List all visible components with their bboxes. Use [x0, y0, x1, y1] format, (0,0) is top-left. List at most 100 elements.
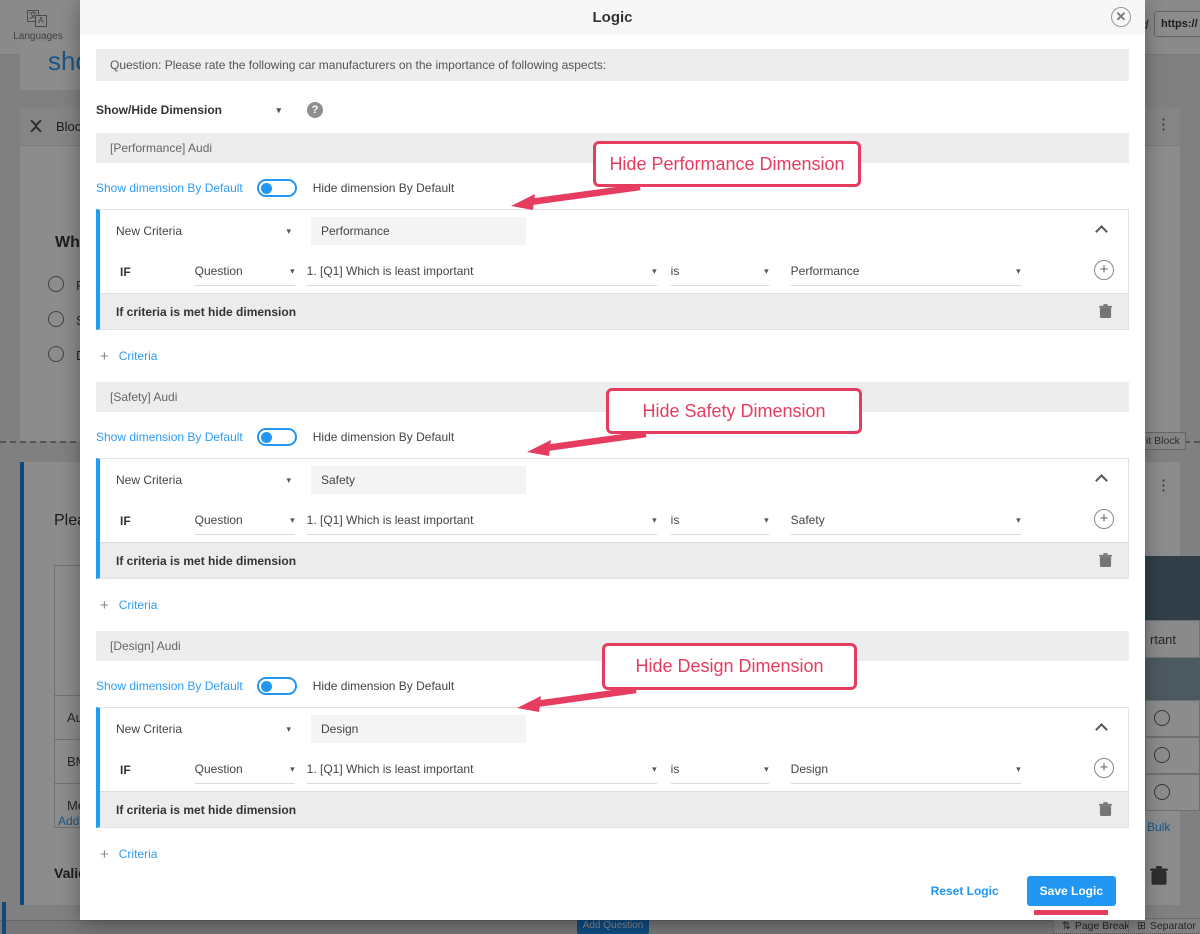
annotation-hide-safety: Hide Safety Dimension	[606, 388, 862, 434]
save-logic-button[interactable]: Save Logic	[1027, 876, 1116, 906]
add-criteria-row: + Criteria	[96, 597, 1129, 613]
criteria-name-select[interactable]: New Criteria ▾	[116, 722, 291, 736]
criteria-action-bar: If criteria is met hide dimension	[100, 791, 1128, 827]
add-criteria-row: + Criteria	[96, 348, 1129, 364]
condition-subject-value: Question	[195, 264, 243, 278]
criteria-name-value: New Criteria	[116, 722, 182, 736]
logic-type-select[interactable]: Show/Hide Dimension ▾	[96, 103, 281, 117]
condition-value-select[interactable]: Safety ▾	[791, 513, 1021, 535]
toggle-knob	[261, 183, 272, 194]
hide-dimension-label: Hide dimension By Default	[313, 430, 454, 444]
condition-subject-value: Question	[195, 762, 243, 776]
criteria-label-input[interactable]	[311, 715, 526, 743]
dimension-default-toggle[interactable]	[257, 677, 297, 695]
criteria-condition-row: IF Question ▾ 1. [Q1] Which is least imp…	[100, 748, 1128, 784]
modal-header: Logic ✕	[80, 0, 1145, 35]
chevron-down-icon: ▾	[276, 105, 281, 116]
delete-criteria-trash-icon[interactable]	[1099, 802, 1112, 817]
chevron-down-icon: ▾	[290, 764, 295, 775]
add-condition-icon[interactable]: +	[1094, 758, 1114, 778]
add-criteria-link[interactable]: Criteria	[119, 349, 158, 363]
criteria-name-select[interactable]: New Criteria ▾	[116, 473, 291, 487]
condition-value: Performance	[791, 264, 860, 278]
condition-question-value: 1. [Q1] Which is least important	[307, 513, 474, 527]
chevron-down-icon: ▾	[764, 515, 769, 526]
help-icon[interactable]: ?	[307, 102, 323, 118]
chevron-down-icon: ▾	[1016, 515, 1021, 526]
criteria-name-value: New Criteria	[116, 473, 182, 487]
chevron-down-icon: ▾	[290, 515, 295, 526]
criteria-card-row-1: New Criteria ▾	[100, 459, 1128, 499]
criteria-card-design: New Criteria ▾ IF Question ▾ 1. [Q1] Whi…	[96, 707, 1129, 828]
close-icon[interactable]: ✕	[1111, 7, 1131, 27]
delete-criteria-trash-icon[interactable]	[1099, 304, 1112, 319]
criteria-label-input[interactable]	[311, 217, 526, 245]
condition-question-select[interactable]: 1. [Q1] Which is least important ▾	[307, 264, 657, 286]
condition-question-select[interactable]: 1. [Q1] Which is least important ▾	[307, 513, 657, 535]
annotation-arrow-performance	[508, 182, 648, 210]
logic-type-value: Show/Hide Dimension	[96, 103, 222, 117]
condition-operator-select[interactable]: is ▾	[671, 762, 769, 784]
logic-type-row: Show/Hide Dimension ▾ ?	[96, 97, 1129, 123]
reset-logic-link[interactable]: Reset Logic	[931, 884, 999, 898]
annotation-arrow-safety	[524, 429, 654, 456]
logic-modal: Logic ✕ Question: Please rate the follow…	[80, 0, 1145, 920]
condition-operator-select[interactable]: is ▾	[671, 264, 769, 286]
criteria-label-input[interactable]	[311, 466, 526, 494]
show-dimension-label[interactable]: Show dimension By Default	[96, 679, 243, 693]
add-condition-icon[interactable]: +	[1094, 260, 1114, 280]
criteria-action-bar: If criteria is met hide dimension	[100, 542, 1128, 578]
show-dimension-label[interactable]: Show dimension By Default	[96, 181, 243, 195]
criteria-condition-row: IF Question ▾ 1. [Q1] Which is least imp…	[100, 250, 1128, 286]
criteria-action-text: If criteria is met hide dimension	[116, 554, 296, 568]
chevron-down-icon: ▾	[286, 226, 291, 237]
condition-question-value: 1. [Q1] Which is least important	[307, 264, 474, 278]
plus-icon: +	[100, 597, 109, 614]
criteria-action-text: If criteria is met hide dimension	[116, 305, 296, 319]
chevron-down-icon: ▾	[286, 475, 291, 486]
if-label: IF	[120, 265, 131, 286]
condition-subject-select[interactable]: Question ▾	[195, 762, 295, 784]
add-criteria-link[interactable]: Criteria	[119, 847, 158, 861]
question-context-bar: Question: Please rate the following car …	[96, 49, 1129, 81]
dimension-default-toggle[interactable]	[257, 428, 297, 446]
condition-value-select[interactable]: Performance ▾	[791, 264, 1021, 286]
chevron-down-icon: ▾	[290, 266, 295, 277]
add-condition-icon[interactable]: +	[1094, 509, 1114, 529]
plus-icon: +	[100, 348, 109, 365]
condition-question-select[interactable]: 1. [Q1] Which is least important ▾	[307, 762, 657, 784]
chevron-up-icon[interactable]	[1095, 225, 1108, 238]
chevron-down-icon: ▾	[652, 515, 657, 526]
hide-dimension-label: Hide dimension By Default	[313, 679, 454, 693]
condition-operator-value: is	[671, 513, 680, 527]
criteria-card-row-1: New Criteria ▾	[100, 210, 1128, 250]
chevron-down-icon: ▾	[764, 764, 769, 775]
annotation-hide-performance: Hide Performance Dimension	[593, 141, 861, 187]
condition-value-select[interactable]: Design ▾	[791, 762, 1021, 784]
chevron-down-icon: ▾	[1016, 764, 1021, 775]
delete-criteria-trash-icon[interactable]	[1099, 553, 1112, 568]
chevron-down-icon: ▾	[652, 764, 657, 775]
criteria-card-performance: New Criteria ▾ IF Question ▾ 1. [Q1] Whi…	[96, 209, 1129, 330]
annotation-arrow-design	[514, 685, 644, 712]
if-label: IF	[120, 514, 131, 535]
condition-subject-select[interactable]: Question ▾	[195, 513, 295, 535]
chevron-up-icon[interactable]	[1095, 474, 1108, 487]
condition-operator-select[interactable]: is ▾	[671, 513, 769, 535]
annotation-underline	[1034, 910, 1108, 915]
toggle-knob	[261, 681, 272, 692]
criteria-condition-row: IF Question ▾ 1. [Q1] Which is least imp…	[100, 499, 1128, 535]
dimension-default-toggle[interactable]	[257, 179, 297, 197]
show-dimension-label[interactable]: Show dimension By Default	[96, 430, 243, 444]
add-criteria-link[interactable]: Criteria	[119, 598, 158, 612]
chevron-down-icon: ▾	[286, 724, 291, 735]
chevron-down-icon: ▾	[652, 266, 657, 277]
criteria-action-bar: If criteria is met hide dimension	[100, 293, 1128, 329]
condition-question-value: 1. [Q1] Which is least important	[307, 762, 474, 776]
criteria-card-row-1: New Criteria ▾	[100, 708, 1128, 748]
criteria-name-select[interactable]: New Criteria ▾	[116, 224, 291, 238]
condition-subject-select[interactable]: Question ▾	[195, 264, 295, 286]
save-logic-wrap: Save Logic	[1027, 876, 1116, 915]
condition-subject-value: Question	[195, 513, 243, 527]
chevron-up-icon[interactable]	[1095, 723, 1108, 736]
